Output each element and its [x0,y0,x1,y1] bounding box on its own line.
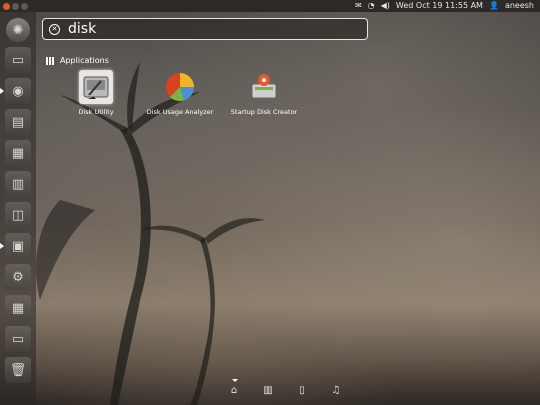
files-lens-icon[interactable]: ▯ [296,384,308,396]
launcher-item-monitor[interactable]: ▭ [5,326,31,352]
launcher-item-terminal[interactable]: ▣ [0,233,31,259]
running-indicator [0,88,4,94]
username[interactable]: aneesh [505,0,534,12]
ubuntu-logo-icon: ✺ [12,22,24,38]
launcher-item-files[interactable]: ▭ [5,47,31,73]
spreadsheet-icon: ▦ [11,145,25,161]
result-startup-disk-creator[interactable]: Startup Disk Creator [224,70,304,116]
result-label: Disk Usage Analyzer [146,108,214,116]
dash-home-button[interactable]: ✺ [6,18,30,42]
launcher-item-settings[interactable]: ⚙ [5,264,31,290]
disk-utility-icon [79,70,113,104]
clock[interactable]: Wed Oct 19 11:55 AM [396,0,483,12]
browser-icon: ◉ [12,83,24,99]
applications-lens-icon[interactable]: ▥ [262,384,274,396]
maximize-window-button[interactable] [21,2,28,10]
panel-indicators: ✉ ◔ ◀) Wed Oct 19 11:55 AM 👤 aneesh [355,0,534,12]
launcher-item-writer[interactable]: ▤ [5,109,31,135]
clear-search-icon[interactable]: ✕ [49,23,60,35]
search-input[interactable]: disk [68,21,96,37]
running-indicator [0,243,4,249]
launcher-item-impress[interactable]: ▥ [5,171,31,197]
home-lens-icon[interactable]: ⌂ [228,379,240,396]
wifi-icon[interactable]: ◔ [368,0,375,12]
result-disk-usage-analyzer[interactable]: Disk Usage Analyzer [140,70,220,116]
music-lens-icon[interactable]: ♫ [330,384,342,396]
launcher-item-workspaces[interactable]: ▦ [5,295,31,321]
launcher-item-trash[interactable]: 🗑 [5,357,31,383]
monitor-icon: ▭ [11,331,25,347]
mail-icon[interactable]: ✉ [355,0,362,12]
minimize-window-button[interactable] [12,2,19,10]
presentation-icon: ▥ [11,176,25,192]
result-label: Startup Disk Creator [230,108,298,116]
launcher-item-software-center[interactable]: ◫ [5,202,31,228]
lens-bar: ⌂ ▥ ▯ ♫ [228,379,342,396]
volume-icon[interactable]: ◀) [381,0,390,12]
launcher: ✺ ▭ ◉ ▤ ▦ ▥ ◫ ▣ ⚙ ▦ ▭ 🗑 [0,12,36,405]
close-window-button[interactable] [3,2,10,10]
folder-icon: ▭ [11,52,25,68]
startup-disk-creator-icon [247,70,281,104]
top-panel: ✉ ◔ ◀) Wed Oct 19 11:55 AM 👤 aneesh [0,0,540,12]
disk-usage-analyzer-icon [163,70,197,104]
category-header-applications[interactable]: Applications [46,56,109,65]
trash-icon: 🗑 [9,362,27,378]
applications-category-icon [46,56,54,65]
terminal-icon: ▣ [11,238,25,254]
launcher-item-calc[interactable]: ▦ [5,140,31,166]
workspaces-icon: ▦ [11,300,25,316]
bag-icon: ◫ [11,207,25,223]
launcher-item-browser[interactable]: ◉ [0,78,31,104]
category-label: Applications [60,56,109,65]
user-icon: 👤 [488,1,499,10]
search-results: Disk Utility Disk Usage Analyzer Startup… [56,70,304,116]
result-label: Disk Utility [78,108,114,116]
document-icon: ▤ [11,114,25,130]
dash-search-box[interactable]: ✕ disk [42,18,368,40]
gear-icon: ⚙ [12,269,24,285]
result-disk-utility[interactable]: Disk Utility [56,70,136,116]
window-controls [3,2,28,10]
